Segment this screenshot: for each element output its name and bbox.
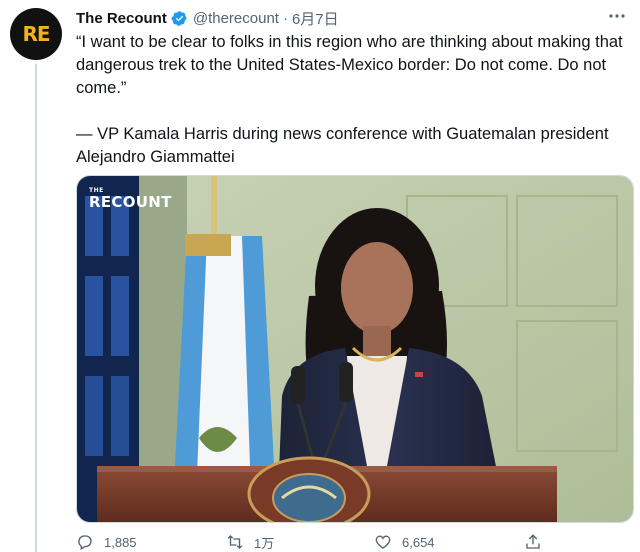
separator-dot: · xyxy=(282,9,288,27)
reply-icon xyxy=(78,535,92,550)
more-icon[interactable] xyxy=(608,10,626,22)
tweet-actions: 1,885 1万 6,654 xyxy=(76,532,616,552)
display-name[interactable]: The Recount xyxy=(76,10,167,27)
like-icon xyxy=(375,535,391,549)
retweet-count: 1万 xyxy=(254,535,275,551)
reply-count: 1,885 xyxy=(104,534,137,550)
like-count: 6,654 xyxy=(402,534,435,550)
media-image xyxy=(77,176,633,522)
retweet-button[interactable]: 1万 xyxy=(226,532,374,552)
handle[interactable]: @therecount xyxy=(193,10,279,27)
tweet-card[interactable]: RE The Recount @therecount · 6月7日 “I wan… xyxy=(0,0,640,552)
tweet-header: The Recount @therecount · 6月7日 xyxy=(76,6,339,30)
watermark-big-text: RECOUNT xyxy=(89,193,172,211)
tweet-text: “I want to be clear to folks in this reg… xyxy=(76,33,623,166)
like-button[interactable]: 6,654 xyxy=(374,532,524,552)
retweet-icon xyxy=(227,535,243,549)
tweet-date[interactable]: 6月7日 xyxy=(292,8,339,29)
share-button[interactable] xyxy=(524,532,552,552)
reply-button[interactable]: 1,885 xyxy=(76,532,226,552)
tweet-media-video[interactable]: THE RECOUNT xyxy=(76,175,634,523)
share-icon xyxy=(526,534,540,549)
verified-icon xyxy=(171,10,187,26)
avatar-logo-text: RE xyxy=(22,22,50,46)
thread-line xyxy=(35,64,37,552)
avatar[interactable]: RE xyxy=(10,8,62,60)
recount-watermark: THE RECOUNT xyxy=(89,188,172,211)
